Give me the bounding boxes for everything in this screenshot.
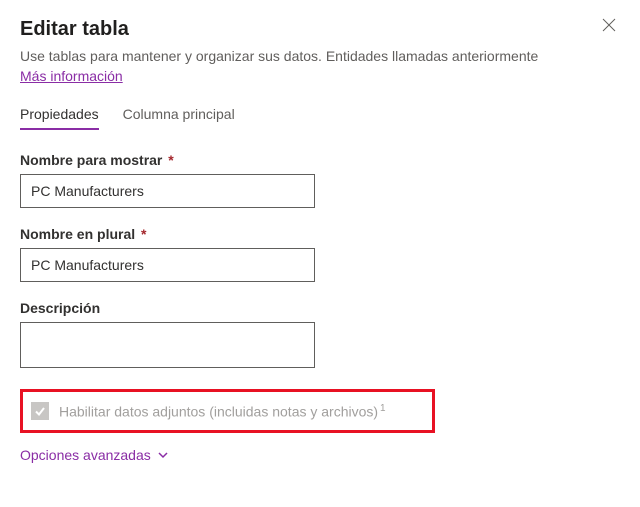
more-info-link[interactable]: Más información: [20, 68, 123, 84]
tab-primary-column[interactable]: Columna principal: [123, 106, 235, 130]
label-display-name: Nombre para mostrar *: [20, 152, 620, 168]
required-mark: *: [141, 226, 146, 242]
label-plural-name: Nombre en plural *: [20, 226, 620, 242]
label-display-name-text: Nombre para mostrar: [20, 152, 162, 168]
tab-properties[interactable]: Propiedades: [20, 106, 99, 130]
label-plural-name-text: Nombre en plural: [20, 226, 135, 242]
chevron-down-icon: [157, 449, 169, 461]
input-description[interactable]: [20, 322, 315, 368]
panel-title: Editar tabla: [20, 18, 620, 41]
tab-bar: Propiedades Columna principal: [20, 106, 620, 130]
panel-subtitle: Use tablas para mantener y organizar sus…: [20, 47, 620, 66]
field-display-name: Nombre para mostrar *: [20, 152, 620, 208]
attachments-checkbox-row: Habilitar datos adjuntos (incluidas nota…: [20, 389, 435, 433]
attachments-checkbox[interactable]: [31, 402, 49, 420]
panel-header: Editar tabla Use tablas para mantener y …: [20, 18, 620, 84]
input-plural-name[interactable]: [20, 248, 315, 282]
check-icon: [34, 405, 46, 417]
advanced-options-label: Opciones avanzadas: [20, 447, 151, 463]
required-mark: *: [168, 152, 173, 168]
field-description: Descripción: [20, 300, 620, 371]
close-button[interactable]: [602, 18, 620, 36]
label-description: Descripción: [20, 300, 620, 316]
advanced-options-toggle[interactable]: Opciones avanzadas: [20, 447, 620, 463]
attachments-label-text: Habilitar datos adjuntos (incluidas nota…: [59, 403, 378, 419]
close-icon: [602, 18, 616, 32]
properties-form: Nombre para mostrar * Nombre en plural *…: [20, 152, 620, 463]
attachments-label: Habilitar datos adjuntos (incluidas nota…: [59, 403, 386, 420]
input-display-name[interactable]: [20, 174, 315, 208]
field-plural-name: Nombre en plural *: [20, 226, 620, 282]
attachments-footnote: 1: [380, 403, 386, 414]
